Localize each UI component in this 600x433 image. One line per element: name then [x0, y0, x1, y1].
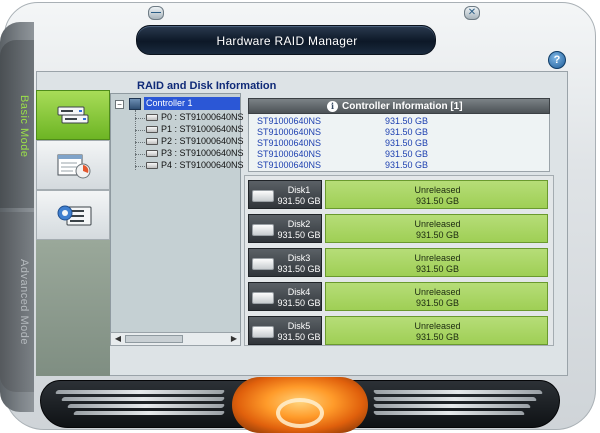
tree-item-disk[interactable]: P2 : ST91000640NS: [135, 136, 244, 148]
controller-info-header: i Controller Information [1]: [248, 98, 550, 114]
controller-icon: [129, 98, 141, 110]
help-button[interactable]: ?: [548, 51, 566, 69]
disk-status-3[interactable]: Unreleased 931.50 GB: [325, 248, 548, 277]
disk-model: ST91000640NS: [257, 160, 322, 170]
raid-disk-info-icon: [57, 106, 89, 124]
hard-disk-icon: [252, 326, 274, 338]
disk-status-capacity: 931.50 GB: [415, 298, 460, 308]
tree-item-label: P4 : ST91000640NS: [161, 160, 244, 170]
controller-info-row: ST91000640NS 931.50 GB: [257, 149, 547, 160]
disk-name: Disk4: [287, 287, 311, 297]
left-grille: [54, 388, 236, 420]
title-bar: Hardware RAID Manager: [136, 25, 436, 55]
info-icon: i: [327, 101, 338, 112]
disk-status-text: Unreleased: [414, 321, 461, 331]
controller-info-row: ST91000640NS 931.50 GB: [257, 116, 547, 127]
advanced-mode-label[interactable]: Advanced Mode: [4, 222, 30, 382]
hard-disk-icon: [252, 190, 274, 202]
disk-size: 931.50 GB: [277, 196, 321, 206]
tree-item-disk[interactable]: P1 : ST91000640NS: [135, 124, 244, 136]
disk-model: ST91000640NS: [257, 149, 322, 159]
tab-raid-disk-info[interactable]: [36, 90, 110, 140]
disk-icon: [146, 126, 158, 133]
disk-icon: [146, 138, 158, 145]
disk-settings-gear-icon: [57, 205, 92, 226]
disk-icon: [146, 114, 158, 121]
tree-item-controller[interactable]: Controller 1: [144, 97, 240, 110]
disk-status-2[interactable]: Unreleased 931.50 GB: [325, 214, 548, 243]
disk-status-capacity: 931.50 GB: [415, 332, 460, 342]
disk-model: ST91000640NS: [257, 138, 322, 148]
tree-item-label: P1 : ST91000640NS: [161, 124, 244, 134]
disk-capacity: 931.50 GB: [385, 138, 429, 148]
disk-health-chart-icon: [57, 154, 91, 179]
disk-icon: [146, 162, 158, 169]
disk-status-4[interactable]: Unreleased 931.50 GB: [325, 282, 548, 311]
disk-status-capacity: 931.50 GB: [415, 196, 460, 206]
basic-mode-label[interactable]: Basic Mode: [4, 46, 30, 206]
disk-capacity: 931.50 GB: [385, 160, 429, 170]
scroll-right-arrow-icon[interactable]: ▶: [228, 334, 240, 344]
disk-status-1[interactable]: Unreleased 931.50 GB: [325, 180, 548, 209]
tree-item-disk[interactable]: P0 : ST91000640NS: [135, 112, 244, 124]
disk-tag-1[interactable]: Disk1 931.50 GB: [248, 180, 322, 209]
scrollbar-thumb[interactable]: [125, 335, 183, 343]
disk-name: Disk5: [287, 321, 311, 331]
disk-name: Disk3: [287, 253, 311, 263]
disk-status-text: Unreleased: [414, 287, 461, 297]
tree-item-disk[interactable]: P3 : ST91000640NS: [135, 148, 244, 160]
section-title: RAID and Disk Information: [137, 80, 277, 92]
tab-filler: [36, 240, 110, 376]
disk-tag-3[interactable]: Disk3 931.50 GB: [248, 248, 322, 277]
disk-tag-5[interactable]: Disk5 931.50 GB: [248, 316, 322, 345]
disk-size: 931.50 GB: [277, 298, 321, 308]
close-button[interactable]: ✕: [464, 6, 480, 20]
disk-capacity: 931.50 GB: [385, 127, 429, 137]
hard-disk-icon: [252, 224, 274, 236]
disk-status-text: Unreleased: [414, 185, 461, 195]
disk-tag-4[interactable]: Disk4 931.50 GB: [248, 282, 322, 311]
hard-disk-icon: [252, 258, 274, 270]
disk-status-capacity: 931.50 GB: [415, 264, 460, 274]
controller-info-title: Controller Information [1]: [342, 101, 463, 112]
disk-tree: − Controller 1 P0 : ST91000640NS P1 : ST…: [110, 93, 244, 346]
disk-icon: [146, 150, 158, 157]
tree-item-disk[interactable]: P4 : ST91000640NS: [135, 160, 244, 172]
disk-size: 931.50 GB: [277, 230, 321, 240]
controller-info-row: ST91000640NS 931.50 GB: [257, 160, 547, 171]
tree-collapse-toggle[interactable]: −: [115, 100, 124, 109]
app-window: Basic Mode Advanced Mode Hardware RAID M…: [0, 0, 600, 433]
disk-status-text: Unreleased: [414, 253, 461, 263]
minimize-button[interactable]: —: [148, 6, 164, 20]
window-title: Hardware RAID Manager: [216, 34, 358, 48]
disk-tag-2[interactable]: Disk2 931.50 GB: [248, 214, 322, 243]
controller-info-row: ST91000640NS 931.50 GB: [257, 127, 547, 138]
disk-size: 931.50 GB: [277, 332, 321, 342]
tree-item-label: P3 : ST91000640NS: [161, 148, 244, 158]
tree-item-label: P0 : ST91000640NS: [161, 112, 244, 122]
controller-info-list: ST91000640NS 931.50 GB ST91000640NS 931.…: [248, 114, 550, 172]
tab-disk-health[interactable]: [36, 140, 110, 190]
disk-status-text: Unreleased: [414, 219, 461, 229]
disk-model: ST91000640NS: [257, 116, 322, 126]
disk-model: ST91000640NS: [257, 127, 322, 137]
disk-status-5[interactable]: Unreleased 931.50 GB: [325, 316, 548, 345]
scroll-left-arrow-icon[interactable]: ◀: [112, 334, 124, 344]
disk-name: Disk1: [287, 185, 311, 195]
disk-name: Disk2: [287, 219, 311, 229]
disk-status-capacity: 931.50 GB: [415, 230, 460, 240]
disk-size: 931.50 GB: [277, 264, 321, 274]
tree-item-label: P2 : ST91000640NS: [161, 136, 244, 146]
disk-capacity: 931.50 GB: [385, 149, 429, 159]
power-ring-icon: [276, 398, 324, 428]
tab-disk-settings[interactable]: [36, 190, 110, 240]
tree-horizontal-scrollbar[interactable]: ◀ ▶: [110, 332, 241, 346]
controller-info-row: ST91000640NS 931.50 GB: [257, 138, 547, 149]
right-grille: [372, 388, 554, 420]
hard-disk-icon: [252, 292, 274, 304]
disk-capacity: 931.50 GB: [385, 116, 429, 126]
